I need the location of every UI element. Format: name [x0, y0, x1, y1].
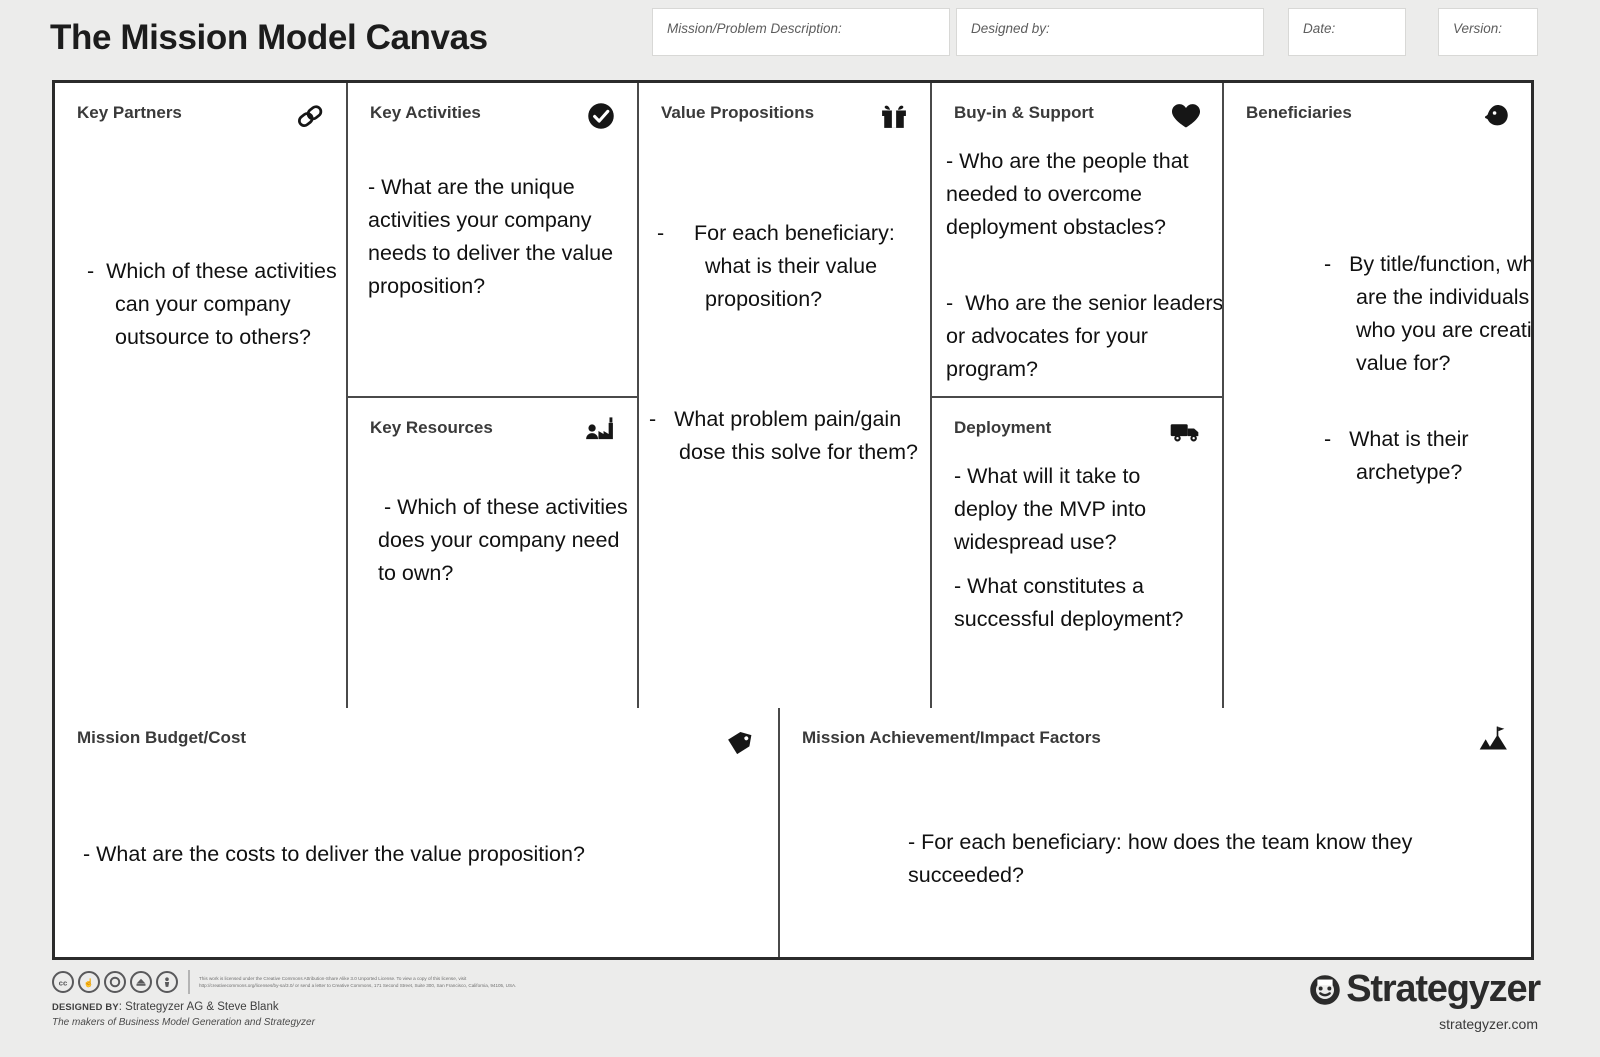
block-title-buy-in-support: Buy-in & Support — [954, 103, 1094, 122]
mission-problem-description-field[interactable]: Mission/Problem Description: — [652, 8, 950, 56]
price-tag-icon — [724, 724, 760, 758]
strategyzer-url[interactable]: strategyzer.com — [1439, 1016, 1538, 1032]
designed-by-field[interactable]: Designed by: — [956, 8, 1264, 56]
person-head-icon — [1477, 99, 1513, 133]
mission-model-canvas-page: The Mission Model Canvas Mission/Problem… — [0, 0, 1600, 1057]
block-text-mission-budget-cost: - What are the costs to deliver the valu… — [83, 842, 585, 866]
block-title-deployment: Deployment — [954, 418, 1052, 437]
mountain-flag-icon — [1477, 724, 1513, 758]
block-title-mission-achievement: Mission Achievement/Impact Factors — [802, 728, 1101, 747]
creative-commons-row: cc ☝ This work is licensed under the Cre… — [52, 970, 516, 994]
license-line-2: http://creativecommons.org/licenses/by-s… — [199, 983, 517, 988]
version-field[interactable]: Version: — [1438, 8, 1538, 56]
block-beneficiaries[interactable]: Beneficiaries - By title/function, who a… — [1224, 83, 1531, 708]
block-deployment[interactable]: Deployment - What will it take to deploy… — [932, 398, 1224, 708]
strategyzer-mark-icon — [1306, 971, 1344, 1009]
block-text-key-activities: - What are the unique activities your co… — [368, 175, 620, 298]
block-key-activities[interactable]: Key Activities - What are the unique act… — [348, 83, 639, 398]
block-header-deployment: Deployment — [932, 398, 1222, 446]
block-text-deployment-2: - What constitutes a successful deployme… — [954, 574, 1184, 631]
gift-icon — [876, 99, 912, 133]
cc-attribution-icon — [156, 971, 178, 993]
designed-by-credit: DESIGNED BY: Strategyzer AG & Steve Blan… — [52, 1001, 279, 1013]
block-header-mission-achievement: Mission Achievement/Impact Factors — [780, 708, 1531, 756]
block-title-mission-budget-cost: Mission Budget/Cost — [77, 728, 247, 747]
block-key-partners[interactable]: Key Partners - Which of these activities… — [55, 83, 348, 708]
block-text-deployment-1: - What will it take to deploy the MVP in… — [954, 464, 1153, 554]
block-header-mission-budget-cost: Mission Budget/Cost — [55, 708, 778, 756]
svg-text:cc: cc — [59, 978, 68, 987]
strategyzer-logo[interactable]: Strategyzer — [1306, 968, 1541, 1011]
block-header-key-resources: Key Resources — [348, 398, 637, 446]
strategyzer-wordmark: Strategyzer — [1346, 968, 1541, 1010]
canvas-header: The Mission Model Canvas Mission/Problem… — [0, 0, 1600, 72]
page-title: The Mission Model Canvas — [50, 18, 488, 57]
date-field[interactable]: Date: — [1288, 8, 1406, 56]
block-mission-budget-cost[interactable]: Mission Budget/Cost - What are the costs… — [55, 708, 780, 957]
block-key-resources[interactable]: Key Resources - Which of these activitie… — [348, 398, 639, 708]
block-header-buy-in-support: Buy-in & Support — [932, 83, 1222, 131]
block-text-key-partners: - Which of these activities can your com… — [87, 259, 343, 349]
cc-sa-icon — [130, 971, 152, 993]
block-text-beneficiaries-2: - What is their archetype? — [1324, 427, 1475, 484]
block-text-buy-in-support-1: - Who are the people that needed to over… — [946, 149, 1195, 239]
block-title-key-resources: Key Resources — [370, 418, 493, 437]
designed-by-value-text: : Strategyzer AG & Steve Blank — [118, 1001, 279, 1013]
block-title-beneficiaries: Beneficiaries — [1246, 103, 1352, 122]
date-label: Date: — [1303, 21, 1336, 36]
designed-by-label: Designed by: — [971, 21, 1050, 36]
designed-by-label-text: DESIGNED BY — [52, 1001, 119, 1012]
block-text-key-resources: - Which of these activities does your co… — [378, 495, 634, 585]
block-value-propositions[interactable]: Value Propositions - For each beneficiar… — [639, 83, 932, 708]
block-header-key-partners: Key Partners — [55, 83, 346, 131]
mission-problem-description-label: Mission/Problem Description: — [667, 21, 842, 36]
block-text-value-propositions-1: - For each beneficiary: what is their va… — [657, 221, 901, 311]
block-mission-achievement-impact-factors[interactable]: Mission Achievement/Impact Factors - For… — [780, 708, 1531, 957]
block-header-value-propositions: Value Propositions — [639, 83, 930, 131]
canvas-footer: cc ☝ This work is licensed under the Cre… — [0, 960, 1600, 1057]
svg-text:☝: ☝ — [84, 978, 94, 989]
block-header-beneficiaries: Beneficiaries — [1224, 83, 1531, 131]
factory-worker-icon — [583, 414, 619, 448]
block-text-mission-achievement: - For each beneficiary: how does the tea… — [908, 830, 1419, 887]
cc-icon: cc — [52, 971, 74, 993]
block-header-key-activities: Key Activities — [348, 83, 637, 131]
delivery-truck-icon — [1168, 414, 1204, 448]
block-text-beneficiaries-1: - By title/function, who are the individ… — [1324, 252, 1531, 375]
heart-icon — [1168, 99, 1204, 133]
block-title-key-partners: Key Partners — [77, 103, 182, 122]
block-title-key-activities: Key Activities — [370, 103, 481, 122]
cc-by-icon: ☝ — [78, 971, 100, 993]
block-text-value-propositions-2: - What problem pain/gain dose this solve… — [649, 407, 919, 464]
block-buy-in-support[interactable]: Buy-in & Support - Who are the people th… — [932, 83, 1224, 398]
footer-divider — [188, 970, 190, 994]
cc-nd-icon — [104, 971, 126, 993]
canvas-grid: Key Partners - Which of these activities… — [52, 80, 1534, 960]
block-title-value-propositions: Value Propositions — [661, 103, 815, 122]
block-text-buy-in-support-2: - Who are the senior leaders or advocate… — [946, 291, 1224, 381]
license-line-1: This work is licensed under the Creative… — [199, 976, 467, 981]
version-label: Version: — [1453, 21, 1503, 36]
license-text: This work is licensed under the Creative… — [199, 975, 516, 989]
chain-link-icon — [292, 99, 328, 133]
makers-tagline: The makers of Business Model Generation … — [52, 1017, 315, 1028]
check-circle-icon — [583, 99, 619, 133]
